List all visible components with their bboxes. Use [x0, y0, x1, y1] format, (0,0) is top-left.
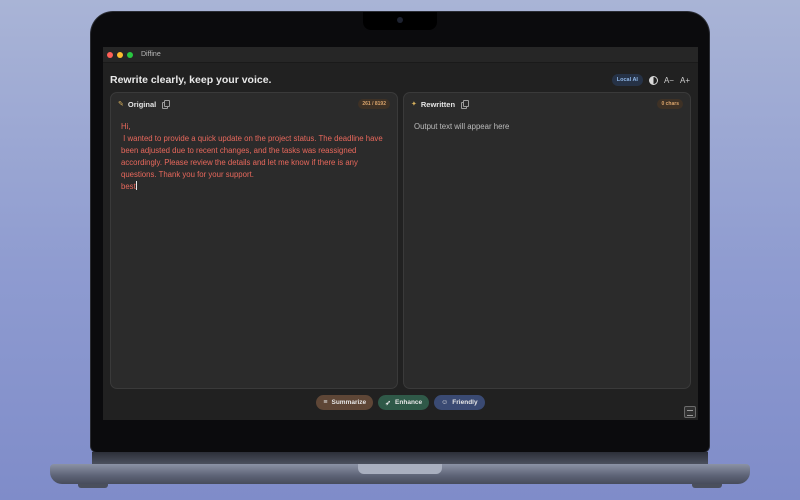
rewritten-output: Output text will appear here: [404, 115, 690, 139]
camera-icon: [397, 17, 403, 23]
header: Rewrite clearly, keep your voice. Local …: [110, 71, 690, 89]
rocket-icon: ➶: [385, 399, 392, 407]
summarize-button[interactable]: ≡ Summarize: [316, 395, 374, 410]
action-bar: ≡ Summarize ➶ Enhance ☺ Friendly: [103, 395, 698, 410]
font-decrease-button[interactable]: A−: [664, 76, 674, 85]
smile-icon: ☺: [441, 399, 449, 406]
text-caret: [135, 181, 137, 190]
close-window-button[interactable]: [107, 51, 113, 58]
original-panel-header: ✎ Original 261 / 8192: [111, 93, 397, 115]
edit-icon: ✎: [118, 101, 124, 108]
laptop-base-notch: [358, 464, 442, 474]
font-increase-button[interactable]: A+: [680, 76, 690, 85]
original-title: Original: [127, 99, 157, 109]
sparkle-icon: ✦: [411, 101, 417, 108]
page-title: Rewrite clearly, keep your voice.: [110, 74, 272, 86]
header-controls: Local AI A− A+: [611, 74, 690, 86]
enhance-button[interactable]: ➶ Enhance: [378, 395, 430, 410]
laptop-hinge: [92, 452, 708, 464]
enhance-label: Enhance: [395, 399, 423, 406]
copy-original-icon[interactable]: [162, 100, 171, 109]
character-counter: 261 / 8192: [358, 99, 390, 109]
friendly-button[interactable]: ☺ Friendly: [434, 395, 485, 410]
local-ai-badge[interactable]: Local AI: [611, 74, 643, 86]
summarize-label: Summarize: [331, 399, 367, 406]
original-text-input[interactable]: Hi, I wanted to provide a quick update o…: [111, 115, 397, 199]
title-bar: Diffine: [103, 47, 698, 63]
output-placeholder: Output text will appear here: [414, 122, 510, 131]
rewritten-panel: ✦ Rewritten 0 chars Output text will app…: [403, 92, 691, 389]
theme-toggle-icon[interactable]: [648, 75, 658, 85]
app-title: Diffine: [141, 51, 161, 58]
minimize-window-button[interactable]: [117, 51, 123, 58]
rewritten-panel-header: ✦ Rewritten 0 chars: [404, 93, 690, 115]
app-window: Diffine Rewrite clearly, keep your voice…: [103, 47, 698, 420]
output-character-counter: 0 chars: [657, 99, 683, 109]
zoom-window-button[interactable]: [127, 51, 133, 58]
original-panel: ✎ Original 261 / 8192 Hi, I wanted to pr…: [110, 92, 398, 389]
lines-icon: ≡: [323, 399, 328, 406]
menu-icon[interactable]: [684, 406, 696, 418]
original-text: Hi, I wanted to provide a quick update o…: [121, 122, 383, 191]
copy-rewritten-icon[interactable]: [461, 100, 470, 109]
laptop-foot-right: [692, 484, 722, 488]
friendly-label: Friendly: [452, 399, 478, 406]
laptop-foot-left: [78, 484, 108, 488]
rewritten-title: Rewritten: [420, 99, 456, 109]
